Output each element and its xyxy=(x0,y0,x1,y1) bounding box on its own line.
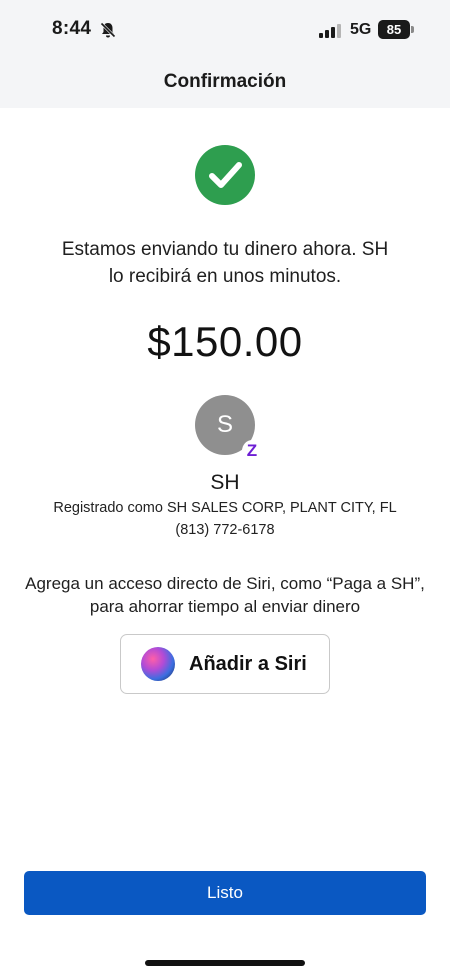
battery-icon: 85 xyxy=(378,20,410,39)
battery-tip xyxy=(411,26,414,33)
status-bar: 8:44 5G 85 xyxy=(0,0,450,60)
signal-bars-icon xyxy=(319,24,341,38)
add-to-siri-label: Añadir a Siri xyxy=(189,652,307,675)
confirmation-message: Estamos enviando tu dinero ahora. SH lo … xyxy=(0,236,450,290)
amount: $150.00 xyxy=(147,318,303,365)
siri-prompt: Agrega un acceso directo de Siri, como “… xyxy=(0,572,450,618)
siri-icon xyxy=(141,647,175,681)
checkmark-icon xyxy=(195,145,255,205)
confirmation-message-line2: lo recibirá en unos minutos. xyxy=(108,266,342,287)
zelle-icon: Z xyxy=(242,440,262,462)
add-to-siri-button[interactable]: Añadir a Siri xyxy=(120,634,330,694)
recipient-registered: Registrado como SH SALES CORP, PLANT CIT… xyxy=(53,500,397,516)
network-type: 5G xyxy=(350,21,372,38)
confirmation-message-line1: Estamos enviando tu dinero ahora. SH xyxy=(61,239,389,260)
status-time: 8:44 xyxy=(52,18,92,39)
recipient-phone: (813) 772-6178 xyxy=(175,522,275,538)
siri-prompt-line1: Agrega un acceso directo de Siri, como “… xyxy=(25,574,425,593)
page-title: Confirmación xyxy=(163,71,287,92)
recipient-name: SH xyxy=(210,471,240,494)
done-button[interactable]: Listo xyxy=(24,871,426,915)
home-indicator[interactable] xyxy=(145,960,305,966)
siri-prompt-line2: para ahorrar tiempo al enviar dinero xyxy=(89,597,361,616)
bell-muted-icon xyxy=(99,21,117,39)
